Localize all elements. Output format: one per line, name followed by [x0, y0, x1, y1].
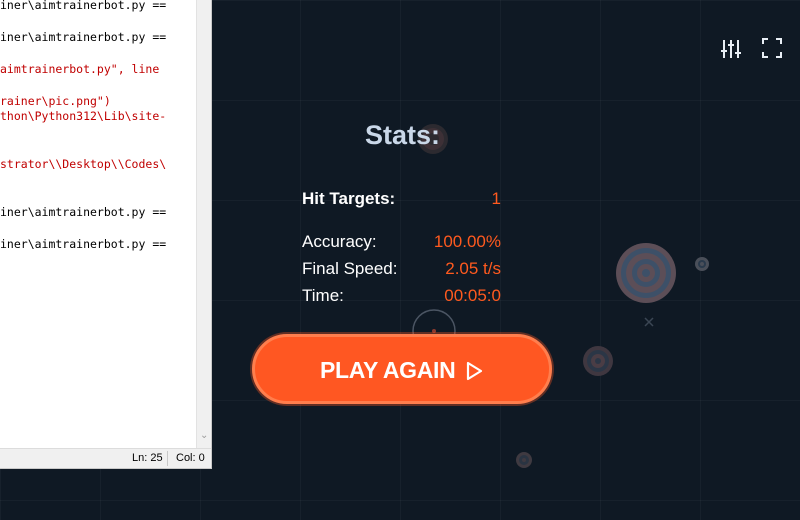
accuracy-value: 100.00%: [433, 232, 501, 251]
final-speed-value: 2.05 t/s: [445, 259, 501, 278]
fullscreen-icon[interactable]: [762, 38, 784, 60]
shell-line: rainer\pic.png"): [0, 94, 111, 108]
line-indicator: Ln: 25: [132, 452, 163, 464]
target-small-2[interactable]: [516, 452, 532, 468]
play-again-label: PLAY AGAIN: [320, 357, 456, 383]
final-speed-label: Final Speed:: [302, 259, 398, 278]
shell-line: iner\aimtrainerbot.py ==: [0, 30, 167, 44]
time-label: Time:: [302, 286, 344, 305]
shell-line: aimtrainerbot.py", line: [0, 62, 160, 76]
scroll-down-icon[interactable]: ⌄: [200, 430, 208, 441]
shell-line: strator\\Desktop\\Codes\: [0, 157, 167, 171]
shell-line: thon\Python312\Lib\site-: [0, 109, 167, 123]
target-small[interactable]: [695, 257, 709, 271]
accuracy-label: Accuracy:: [302, 232, 377, 251]
target-medium[interactable]: [583, 346, 613, 376]
status-separator: [167, 451, 168, 466]
miss-marker-icon: [644, 317, 654, 327]
vertical-scrollbar[interactable]: ⌄: [196, 0, 211, 448]
shell-line: iner\aimtrainerbot.py ==: [0, 237, 167, 251]
target-large[interactable]: [616, 243, 676, 303]
play-icon: [466, 361, 483, 381]
time-value: 00:05:0: [444, 286, 501, 305]
shell-line: iner\aimtrainerbot.py ==: [0, 205, 167, 219]
hit-targets-label: Hit Targets:: [302, 189, 396, 208]
hit-targets-value: 1: [491, 189, 501, 208]
code-editor-window: iner\aimtrainerbot.py == iner\aimtrainer…: [0, 0, 212, 469]
stats-title: Stats:: [365, 120, 441, 150]
status-bar: Ln: 25 Col: 0: [0, 448, 211, 468]
shell-line: iner\aimtrainerbot.py ==: [0, 0, 167, 12]
play-again-button[interactable]: PLAY AGAIN: [252, 334, 552, 404]
column-indicator: Col: 0: [176, 452, 205, 464]
shell-output[interactable]: iner\aimtrainerbot.py == iner\aimtrainer…: [0, 0, 196, 448]
sliders-icon[interactable]: [720, 38, 742, 60]
